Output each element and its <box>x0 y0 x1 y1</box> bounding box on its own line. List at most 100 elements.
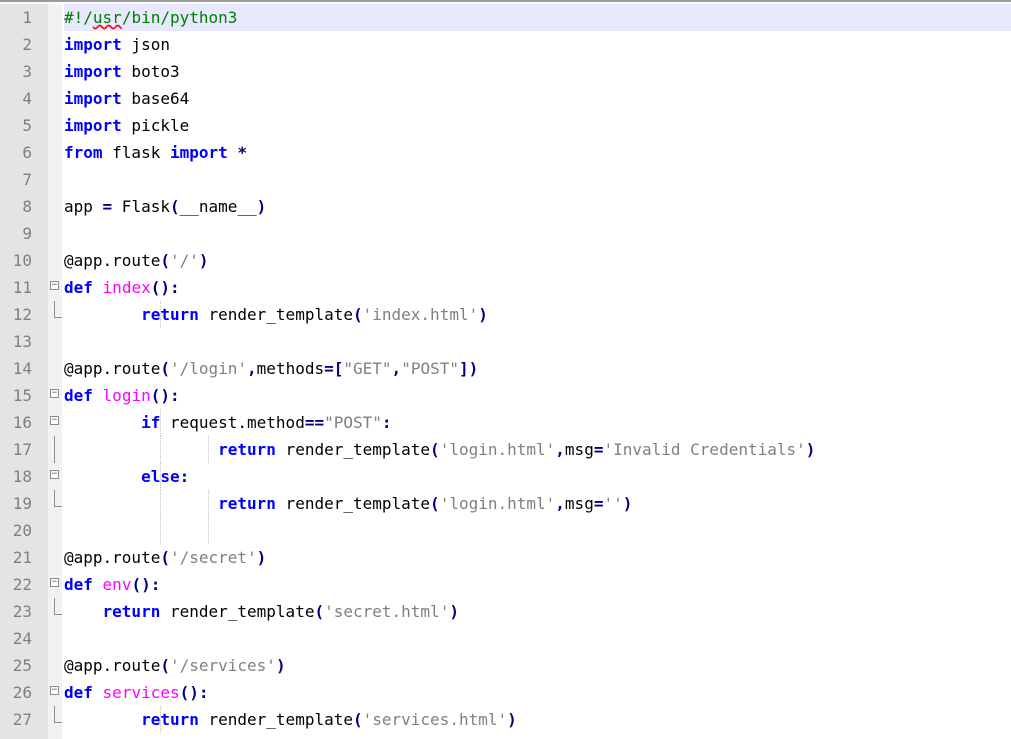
line-number: 5 <box>22 116 32 135</box>
code-token: import <box>64 35 122 54</box>
code-line[interactable]: 1 #!/usr/bin/python3 <box>0 4 1011 31</box>
code-token: ]) <box>458 359 479 378</box>
code-line[interactable]: 9 <box>0 220 1011 247</box>
code-token: render_template <box>198 305 353 324</box>
code-line[interactable]: 2 import json <box>0 31 1011 58</box>
code-token: : <box>381 413 392 432</box>
code-line-content <box>64 328 1011 355</box>
line-number: 21 <box>12 548 32 567</box>
code-editor[interactable]: 1 #!/usr/bin/python3 2 import json 3 import b… <box>0 4 1011 733</box>
code-text: import pickle <box>64 112 189 139</box>
code-token: boto3 <box>121 62 180 81</box>
code-line[interactable]: 23 return render_template('secret.html') <box>0 598 1011 625</box>
code-token: pickle <box>121 116 190 135</box>
code-line[interactable]: 26 − def services(): <box>0 679 1011 706</box>
line-number: 4 <box>22 89 32 108</box>
code-token: (): <box>179 683 209 702</box>
code-token: if <box>141 413 161 432</box>
line-number: 23 <box>12 602 32 621</box>
code-token: 'Invalid Credentials' <box>603 440 806 459</box>
code-token: '/' <box>169 251 199 270</box>
code-line[interactable]: 18 − else: <box>0 463 1011 490</box>
code-line[interactable]: 6 from flask import * <box>0 139 1011 166</box>
line-number: 14 <box>12 359 32 378</box>
code-line[interactable]: 3 import boto3 <box>0 58 1011 85</box>
code-token: ( <box>430 494 440 513</box>
line-number: 6 <box>22 143 32 162</box>
fold-toggle-icon[interactable]: − <box>50 686 59 695</box>
code-token: 'secret.html' <box>324 602 450 621</box>
fold-line-icon <box>54 436 55 463</box>
code-line[interactable]: 27 return render_template('services.html… <box>0 706 1011 733</box>
code-token: ( <box>160 251 170 270</box>
code-line[interactable]: 25 @app.route('/services') <box>0 652 1011 679</box>
code-text: return render_template('login.html',msg=… <box>64 490 632 517</box>
fold-toggle-icon[interactable]: − <box>50 281 59 290</box>
code-token: base64 <box>121 89 190 108</box>
code-line-content: return render_template('login.html',msg=… <box>64 436 1011 463</box>
code-token: ) <box>256 548 267 567</box>
code-text: def env(): <box>64 571 160 598</box>
code-line[interactable]: 20 <box>0 517 1011 544</box>
code-line[interactable]: 14 @app.route('/login',methods=["GET","PO… <box>0 355 1011 382</box>
code-token: flask <box>102 143 170 162</box>
code-token: : <box>179 467 190 486</box>
code-line[interactable]: 24 <box>0 625 1011 652</box>
fold-toggle-icon[interactable]: − <box>50 470 59 479</box>
fold-toggle-icon[interactable]: − <box>50 389 59 398</box>
code-token: '/login' <box>169 359 248 378</box>
code-token: "POST" <box>401 359 459 378</box>
code-token: '' <box>603 494 623 513</box>
line-number: 20 <box>12 521 32 540</box>
code-text: def index(): <box>64 274 180 301</box>
code-token: usr <box>92 8 122 27</box>
code-line[interactable]: 8 app = Flask(__name__) <box>0 193 1011 220</box>
code-token: render_template <box>275 440 431 459</box>
fold-toggle-icon[interactable]: − <box>50 578 59 587</box>
code-text: app = Flask(__name__) <box>64 193 266 220</box>
code-token: (): <box>150 386 180 405</box>
code-line[interactable]: 10 @app.route('/') <box>0 247 1011 274</box>
line-number: 22 <box>12 575 32 594</box>
code-token: 'services.html' <box>362 710 508 729</box>
code-line[interactable]: 19 return render_template('login.html',m… <box>0 490 1011 517</box>
code-token: from <box>64 143 103 162</box>
code-text: @app.route('/') <box>64 247 209 274</box>
code-line[interactable]: 4 import base64 <box>0 85 1011 112</box>
code-token: request.method <box>160 413 305 432</box>
code-token: import <box>169 143 228 162</box>
code-token: ) <box>449 602 459 621</box>
code-token: ( <box>160 359 170 378</box>
fold-toggle-icon[interactable]: − <box>50 416 59 425</box>
code-token: ) <box>507 710 517 729</box>
code-text: @app.route('/services') <box>64 652 286 679</box>
code-line-content: import pickle <box>64 112 1011 139</box>
code-line[interactable]: 21 @app.route('/secret') <box>0 544 1011 571</box>
fold-end-icon <box>54 706 62 723</box>
code-token: json <box>121 35 170 54</box>
code-line[interactable]: 7 <box>0 166 1011 193</box>
code-token: '/secret' <box>169 548 257 567</box>
code-line[interactable]: 16 − if request.method=="POST": <box>0 409 1011 436</box>
code-text: def services(): <box>64 679 209 706</box>
code-text: if request.method=="POST": <box>64 409 392 436</box>
code-token: return <box>141 710 199 729</box>
code-text: @app.route('/login',methods=["GET","POST… <box>64 355 478 382</box>
code-line[interactable]: 12 return render_template('index.html') <box>0 301 1011 328</box>
line-number: 17 <box>12 440 32 459</box>
code-token: ( <box>352 305 363 324</box>
code-line[interactable]: 17 return render_template('login.html',m… <box>0 436 1011 463</box>
code-line[interactable]: 11 − def index(): <box>0 274 1011 301</box>
code-token: == <box>304 413 325 432</box>
code-line[interactable]: 22 − def env(): <box>0 571 1011 598</box>
code-line[interactable]: 5 import pickle <box>0 112 1011 139</box>
line-number: 18 <box>12 467 32 486</box>
code-line[interactable]: 13 <box>0 328 1011 355</box>
code-line-content: return render_template('secret.html') <box>64 598 1011 625</box>
code-text: else: <box>64 463 189 490</box>
code-line[interactable]: 15 − def login(): <box>0 382 1011 409</box>
